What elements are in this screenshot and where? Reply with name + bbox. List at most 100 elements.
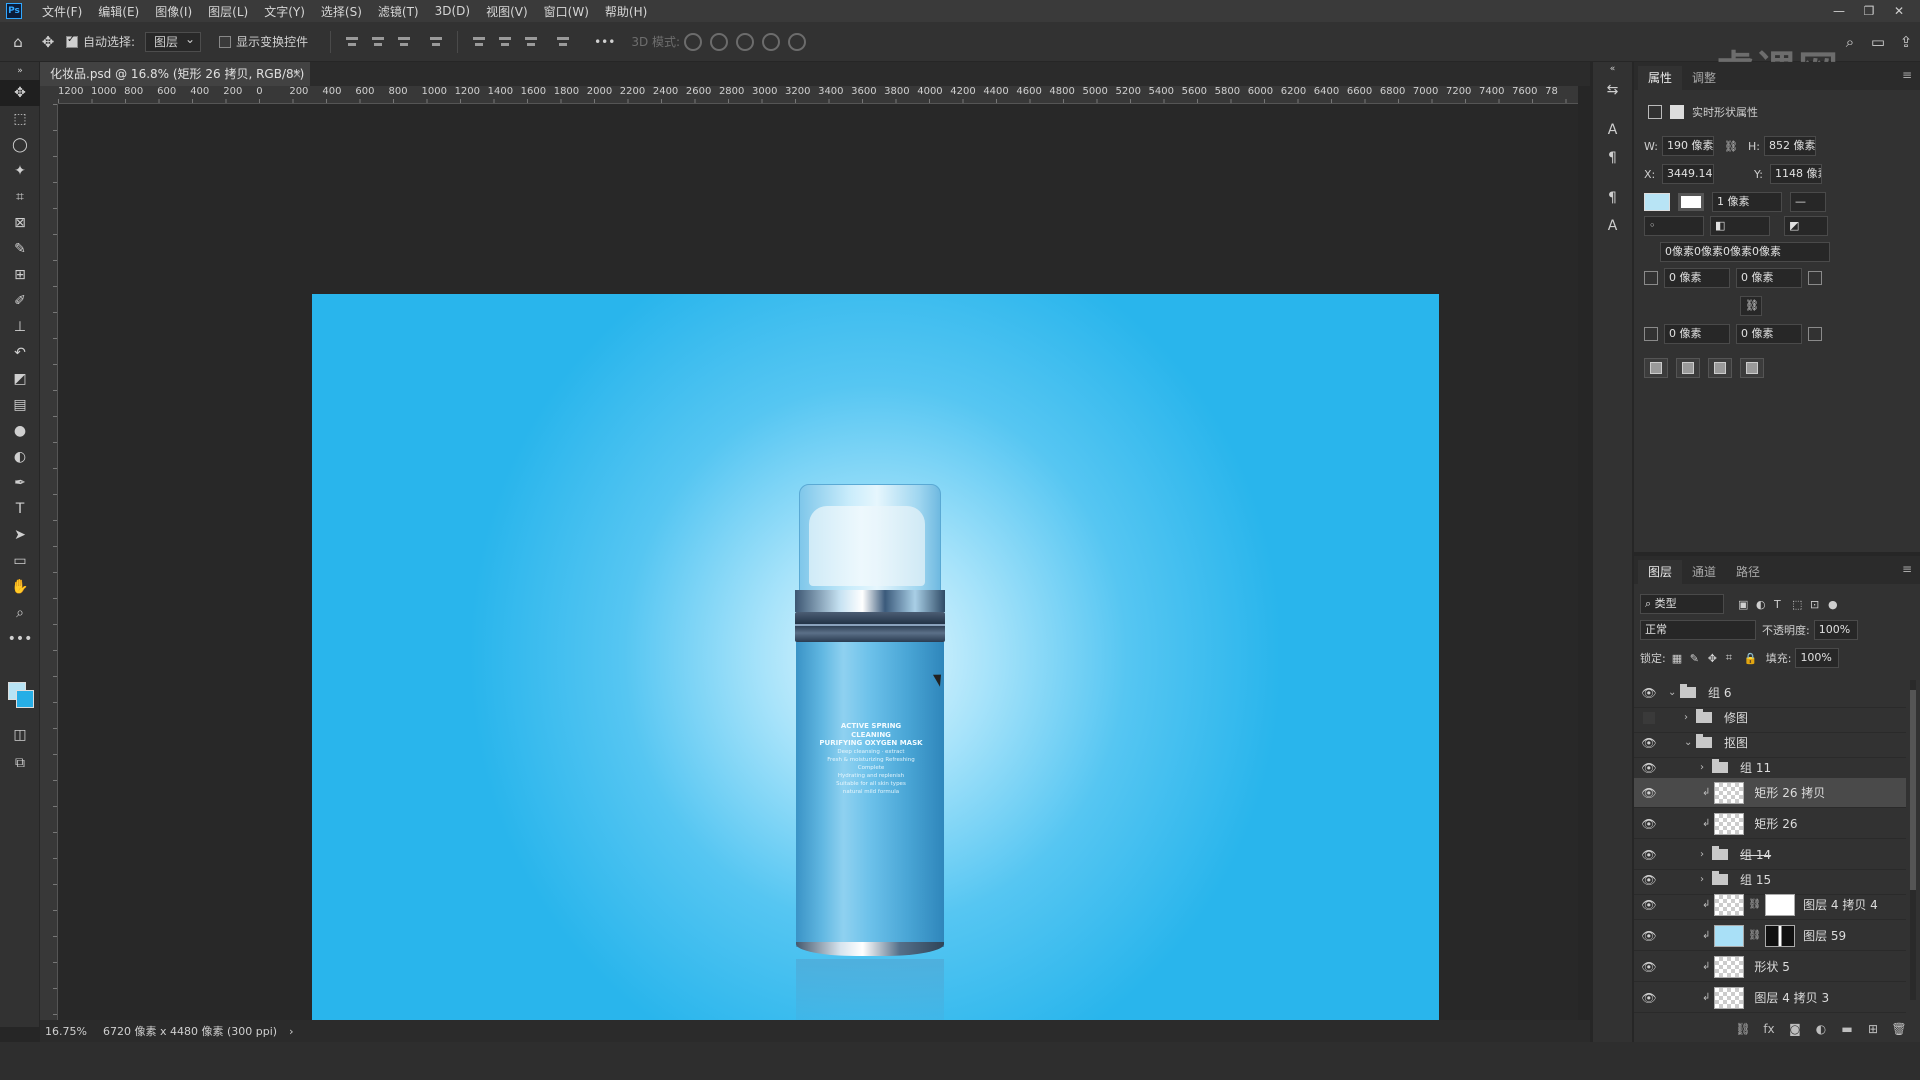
layer-row[interactable]: 👁 ↲ ⛓ 图层 59 bbox=[1634, 921, 1906, 951]
mask-link-icon[interactable]: ⛓ bbox=[1748, 930, 1761, 941]
minimize-icon[interactable]: — bbox=[1824, 0, 1854, 22]
character-icon[interactable]: A bbox=[1593, 116, 1632, 144]
visibility-eye-icon[interactable]: 👁 bbox=[1640, 929, 1658, 943]
expand-caret-icon[interactable]: › bbox=[1700, 874, 1712, 885]
canvas-pasteboard[interactable]: ACTIVE SPRING CLEANING PURIFYING OXYGEN … bbox=[58, 104, 1578, 1047]
corner-radius-all-field[interactable]: 0像素0像素0像素0像素 bbox=[1660, 242, 1830, 262]
crop-tool-icon[interactable]: ⌗ bbox=[0, 184, 40, 210]
menu-3d[interactable]: 3D(D) bbox=[427, 4, 478, 18]
corner-tr-field[interactable]: 0 像素 bbox=[1736, 268, 1802, 288]
stroke-swatch[interactable] bbox=[1678, 193, 1704, 211]
hand-tool-icon[interactable]: ✋ bbox=[0, 574, 40, 600]
auto-select-dropdown[interactable]: 图层 bbox=[145, 30, 202, 52]
delete-layer-icon[interactable]: 🗑 bbox=[1886, 1022, 1912, 1036]
visibility-off-icon[interactable] bbox=[1643, 711, 1655, 724]
layer-row-selected[interactable]: 👁 ↲ 矩形 26 拷贝 bbox=[1634, 778, 1906, 808]
corner-bl-field[interactable]: 0 像素 bbox=[1664, 324, 1730, 344]
new-group-icon[interactable]: ▬ bbox=[1834, 1022, 1860, 1036]
fill-swatch[interactable] bbox=[1644, 193, 1670, 211]
marquee-tool-icon[interactable]: ⬚ bbox=[0, 106, 40, 132]
dodge-tool-icon[interactable]: ◐ bbox=[0, 444, 40, 470]
stroke-type-dropdown[interactable]: — bbox=[1790, 192, 1826, 212]
path-exclude-button[interactable] bbox=[1740, 358, 1764, 378]
filter-smart-icon[interactable]: ⊡ bbox=[1810, 598, 1828, 611]
menu-help[interactable]: 帮助(H) bbox=[597, 3, 655, 20]
fill-field[interactable]: 100% bbox=[1795, 648, 1840, 668]
tab-channels[interactable]: 通道 bbox=[1682, 560, 1726, 584]
add-mask-icon[interactable]: ◙ bbox=[1782, 1022, 1808, 1036]
horizontal-ruler[interactable]: 1200 1000 800 600 400 200 0 200 400 600 800 1000 120… bbox=[58, 86, 1578, 104]
home-icon[interactable]: ⌂ bbox=[6, 30, 30, 54]
path-intersect-button[interactable] bbox=[1708, 358, 1732, 378]
panel-menu-icon[interactable]: ≡ bbox=[1902, 68, 1912, 82]
align-middle-icon[interactable] bbox=[496, 33, 514, 51]
eraser-tool-icon[interactable]: ◩ bbox=[0, 366, 40, 392]
visibility-eye-icon[interactable]: 👁 bbox=[1640, 873, 1658, 887]
panel-menu-icon[interactable]: ≡ bbox=[1902, 562, 1912, 576]
character-styles-icon[interactable]: A bbox=[1593, 212, 1632, 240]
stroke-corners-dropdown[interactable]: ◩ bbox=[1784, 216, 1828, 236]
menu-image[interactable]: 图像(I) bbox=[147, 3, 200, 20]
link-layers-icon[interactable]: ⛓ bbox=[1730, 1022, 1756, 1036]
menu-layer[interactable]: 图层(L) bbox=[200, 3, 256, 20]
path-unite-button[interactable] bbox=[1644, 358, 1668, 378]
layer-row[interactable]: 👁 ↲ 矩形 26 bbox=[1634, 809, 1906, 839]
link-corners-icon[interactable]: ⛓ bbox=[1740, 296, 1762, 316]
visibility-eye-icon[interactable]: 👁 bbox=[1640, 736, 1658, 750]
3d-orbit-icon[interactable] bbox=[684, 32, 703, 51]
3d-scale-icon[interactable] bbox=[788, 32, 807, 51]
document-canvas[interactable]: ACTIVE SPRING CLEANING PURIFYING OXYGEN … bbox=[312, 294, 1439, 1047]
stroke-caps-dropdown[interactable]: ◧ bbox=[1710, 216, 1770, 236]
menu-select[interactable]: 选择(S) bbox=[313, 3, 370, 20]
history-brush-tool-icon[interactable]: ↶ bbox=[0, 340, 40, 366]
expand-caret-icon[interactable]: › bbox=[1700, 762, 1712, 773]
expand-caret-icon[interactable]: ⌄ bbox=[1684, 737, 1696, 748]
ruler-corner[interactable] bbox=[40, 86, 58, 104]
opacity-field[interactable]: 100% bbox=[1813, 620, 1858, 640]
more-options-button[interactable]: ••• bbox=[594, 35, 615, 49]
paragraph-styles-icon[interactable]: ¶ bbox=[1593, 184, 1632, 212]
3d-slide-icon[interactable] bbox=[762, 32, 781, 51]
search-icon[interactable]: ⌕ bbox=[1836, 33, 1864, 51]
frame-tool-icon[interactable]: ⊠ bbox=[0, 210, 40, 236]
path-selection-tool-icon[interactable]: ➤ bbox=[0, 522, 40, 548]
cosmetic-bottle[interactable]: ACTIVE SPRING CLEANING PURIFYING OXYGEN … bbox=[795, 484, 945, 1047]
visibility-eye-icon[interactable]: 👁 bbox=[1640, 898, 1658, 912]
blur-tool-icon[interactable]: ● bbox=[0, 418, 40, 444]
filter-shape-icon[interactable]: ⬚ bbox=[1792, 598, 1810, 611]
filter-type-icon[interactable]: T bbox=[1774, 598, 1792, 611]
type-tool-icon[interactable]: T bbox=[0, 496, 40, 522]
layer-row[interactable]: 👁 ↲ 图层 4 拷贝 3 bbox=[1634, 983, 1906, 1013]
expand-caret-icon[interactable]: ⌄ bbox=[1668, 687, 1680, 698]
restore-icon[interactable]: ❐ bbox=[1854, 0, 1884, 22]
align-right-icon[interactable] bbox=[395, 33, 413, 51]
menu-view[interactable]: 视图(V) bbox=[478, 3, 536, 20]
layer-mask-thumbnail[interactable] bbox=[1765, 893, 1796, 916]
move-tool-icon[interactable]: ✥ bbox=[36, 30, 60, 54]
lock-artboard-icon[interactable]: ⌗ bbox=[1726, 651, 1744, 665]
layer-row[interactable]: 👁 ↲ ⛓ 图层 4 拷贝 4 bbox=[1634, 890, 1906, 920]
zoom-tool-icon[interactable]: ⌕ bbox=[0, 600, 40, 626]
expand-caret-icon[interactable]: › bbox=[1684, 712, 1696, 723]
show-transform-checkbox[interactable] bbox=[219, 35, 232, 48]
gradient-tool-icon[interactable]: ▤ bbox=[0, 392, 40, 418]
tab-adjustments[interactable]: 调整 bbox=[1682, 66, 1726, 90]
clone-stamp-tool-icon[interactable]: ⊥ bbox=[0, 314, 40, 340]
collapse-icon[interactable]: « bbox=[1593, 62, 1632, 76]
healing-brush-tool-icon[interactable]: ⊞ bbox=[0, 262, 40, 288]
tab-properties[interactable]: 属性 bbox=[1638, 66, 1683, 90]
align-left-icon[interactable] bbox=[343, 33, 361, 51]
menu-edit[interactable]: 编辑(E) bbox=[90, 3, 147, 20]
3d-roll-icon[interactable] bbox=[710, 32, 729, 51]
magic-wand-tool-icon[interactable]: ✦ bbox=[0, 158, 40, 184]
brush-tool-icon[interactable]: ✐ bbox=[0, 288, 40, 314]
align-top-icon[interactable] bbox=[470, 33, 488, 51]
x-field[interactable]: 3449.14 像 bbox=[1662, 164, 1714, 184]
distribute-icon[interactable] bbox=[427, 33, 445, 51]
vertical-ruler[interactable] bbox=[40, 104, 58, 1024]
zoom-level[interactable]: 16.75% bbox=[45, 1025, 93, 1038]
history-icon[interactable]: ⇆ bbox=[1593, 76, 1632, 104]
align-bottom-icon[interactable] bbox=[522, 33, 540, 51]
menu-filter[interactable]: 滤镜(T) bbox=[370, 3, 427, 20]
path-subtract-button[interactable] bbox=[1676, 358, 1700, 378]
